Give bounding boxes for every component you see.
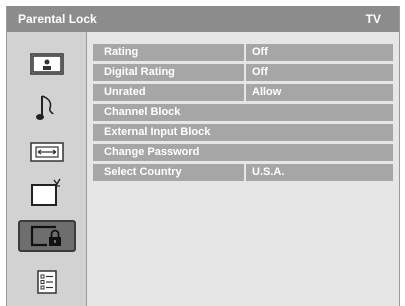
menu-item-label: Rating bbox=[104, 46, 139, 58]
row-divider bbox=[244, 64, 246, 81]
sidebar bbox=[7, 32, 87, 306]
menu-item-external-input-block[interactable]: External Input Block bbox=[93, 124, 393, 141]
menu-item-change-password[interactable]: Change Password bbox=[93, 144, 393, 161]
menu-item-channel-block[interactable]: Channel Block bbox=[93, 104, 393, 121]
picture-icon bbox=[30, 53, 64, 75]
menu-item-select-country[interactable]: Select Country U.S.A. bbox=[93, 164, 393, 181]
menu-item-label: Channel Block bbox=[104, 106, 181, 118]
menu-item-label: External Input Block bbox=[104, 126, 211, 138]
menu-item-label: Digital Rating bbox=[104, 66, 175, 78]
sidebar-item-setup[interactable] bbox=[18, 266, 76, 298]
setup-icon bbox=[37, 270, 57, 294]
page-title: Parental Lock bbox=[18, 12, 97, 26]
menu-item-value: Off bbox=[252, 66, 268, 78]
row-divider bbox=[244, 164, 246, 181]
sidebar-item-screen[interactable] bbox=[18, 136, 76, 168]
title-bar: Parental Lock TV bbox=[7, 6, 399, 32]
channel-icon bbox=[31, 178, 61, 206]
menu-item-rating[interactable]: Rating Off bbox=[93, 44, 393, 61]
parental-lock-menu: Rating Off Digital Rating Off Unrated Al… bbox=[93, 44, 393, 184]
sidebar-item-parental-lock[interactable] bbox=[18, 220, 76, 252]
sidebar-item-picture[interactable] bbox=[18, 48, 76, 80]
menu-item-value: Off bbox=[252, 46, 268, 58]
input-source-label: TV bbox=[365, 12, 381, 26]
menu-item-unrated[interactable]: Unrated Allow bbox=[93, 84, 393, 101]
parental-lock-icon bbox=[30, 225, 61, 247]
sidebar-item-channel[interactable] bbox=[18, 176, 76, 208]
menu-item-label: Select Country bbox=[104, 166, 182, 178]
menu-item-value: U.S.A. bbox=[252, 166, 285, 178]
row-divider bbox=[244, 84, 246, 101]
menu-item-digital-rating[interactable]: Digital Rating Off bbox=[93, 64, 393, 81]
sound-icon bbox=[36, 95, 54, 120]
menu-item-label: Change Password bbox=[104, 146, 200, 158]
sidebar-item-sound[interactable] bbox=[18, 92, 76, 124]
row-divider bbox=[244, 44, 246, 61]
menu-window: Parental Lock TV Rating Off Digital Rati… bbox=[6, 6, 400, 306]
menu-item-value: Allow bbox=[252, 86, 282, 98]
screen-icon bbox=[30, 142, 64, 162]
menu-item-label: Unrated bbox=[104, 86, 146, 98]
